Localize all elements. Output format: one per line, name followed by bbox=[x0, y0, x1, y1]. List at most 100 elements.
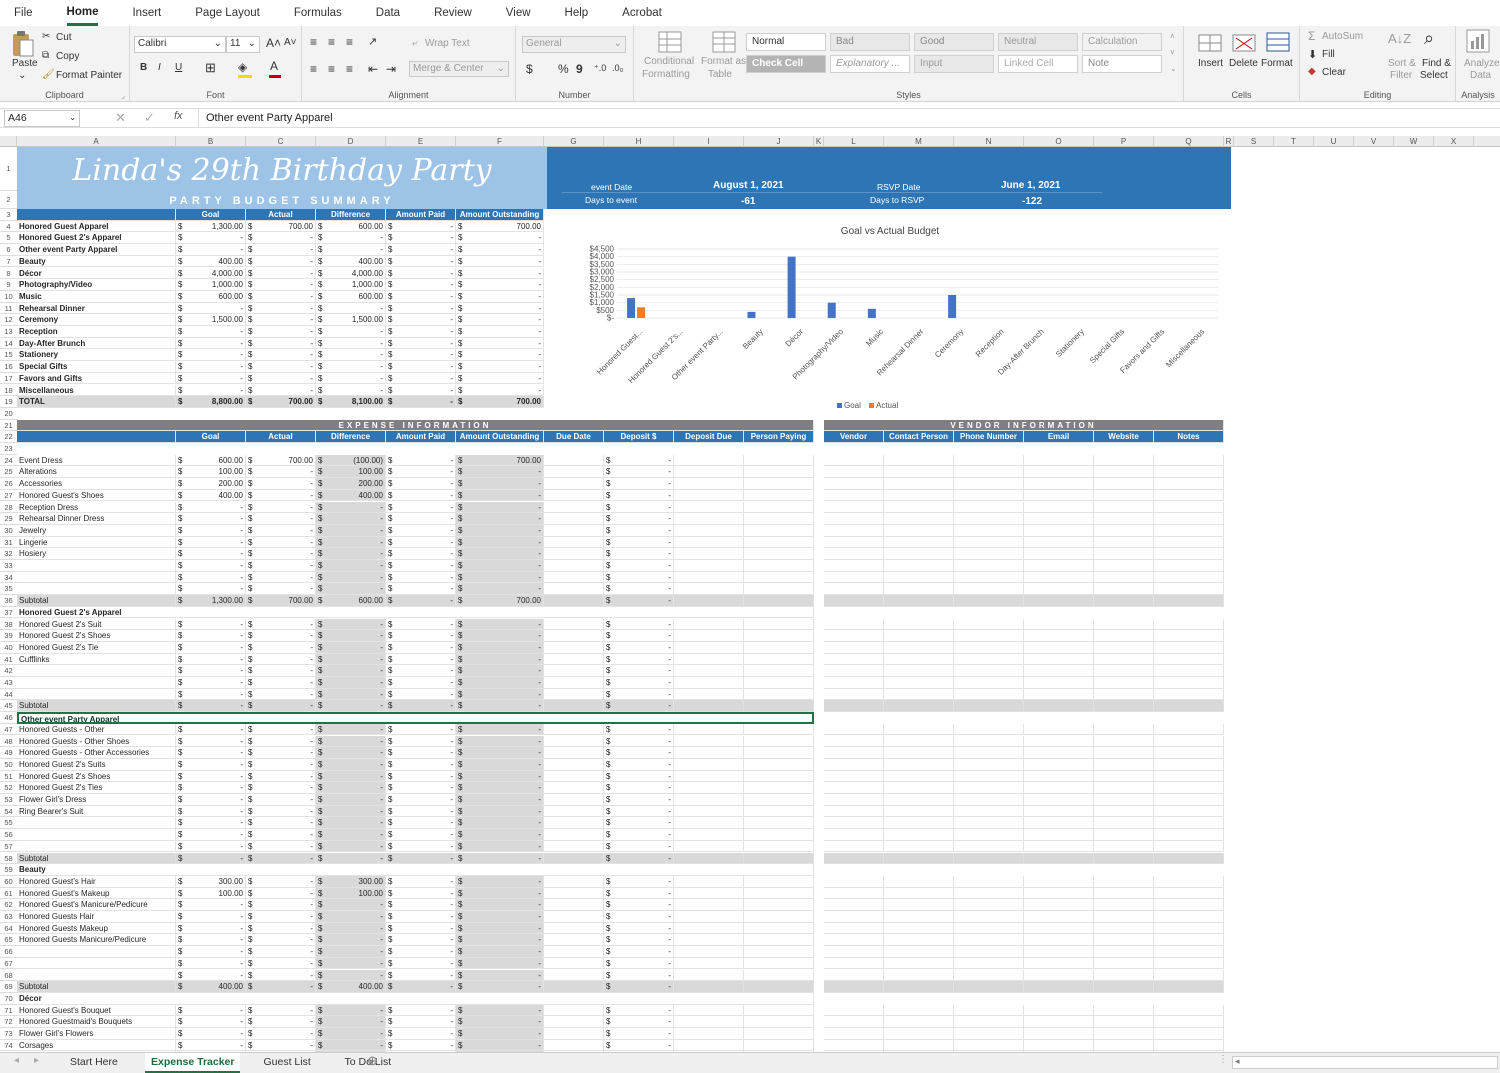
vendor-cell[interactable] bbox=[824, 688, 884, 701]
deposit-due-cell[interactable] bbox=[674, 1039, 744, 1052]
row-header-24[interactable]: 24 bbox=[0, 455, 17, 467]
expense-value[interactable]: $- bbox=[316, 571, 386, 584]
vendor-cell[interactable] bbox=[1094, 630, 1154, 642]
vendor-cell[interactable] bbox=[1024, 489, 1094, 502]
deposit-due-cell[interactable] bbox=[674, 595, 744, 607]
vendor-cell[interactable] bbox=[884, 571, 954, 584]
expense-value[interactable]: $- bbox=[176, 946, 246, 958]
vendor-cell[interactable] bbox=[1154, 934, 1224, 947]
row-header-37[interactable]: 37 bbox=[0, 607, 17, 619]
copy-icon[interactable]: ⧉ bbox=[42, 50, 49, 61]
person-paying-cell[interactable] bbox=[744, 981, 814, 993]
vendor-cell[interactable] bbox=[1094, 595, 1154, 607]
deposit-due-cell[interactable] bbox=[674, 524, 744, 537]
vendor-cell[interactable] bbox=[1094, 723, 1154, 736]
total-label[interactable]: TOTAL bbox=[17, 396, 176, 408]
person-paying-cell[interactable] bbox=[744, 688, 814, 701]
vendor-cell[interactable] bbox=[1154, 887, 1224, 900]
vendor-cell[interactable] bbox=[954, 1016, 1024, 1028]
vendor-header[interactable]: Notes bbox=[1154, 431, 1224, 443]
expense-label[interactable] bbox=[17, 969, 176, 982]
format-cells-icon[interactable] bbox=[1266, 31, 1290, 53]
merge-center-button[interactable]: Merge & Center ⌄ bbox=[409, 61, 509, 77]
person-paying-cell[interactable] bbox=[744, 665, 814, 677]
summary-value[interactable]: $1,300.00 bbox=[176, 220, 246, 233]
deposit-due-cell[interactable] bbox=[674, 501, 744, 514]
deposit-value[interactable]: $- bbox=[604, 501, 674, 514]
deposit-value[interactable]: $- bbox=[604, 641, 674, 654]
due-date-cell[interactable] bbox=[544, 770, 604, 783]
deposit-value[interactable]: $- bbox=[604, 875, 674, 888]
scroll-right-icon[interactable]: ▸ bbox=[34, 1055, 39, 1066]
expense-value[interactable]: $1,300.00 bbox=[176, 595, 246, 607]
summary-header[interactable]: Actual bbox=[246, 209, 316, 221]
expense-label[interactable]: Flower Girl's Dress bbox=[17, 794, 176, 806]
cell[interactable] bbox=[17, 431, 176, 443]
expense-value[interactable]: $- bbox=[316, 969, 386, 982]
deposit-due-cell[interactable] bbox=[674, 747, 744, 759]
expense-label[interactable]: Honored Guests Makeup bbox=[17, 922, 176, 935]
expense-value[interactable]: $- bbox=[386, 571, 456, 584]
row-header-5[interactable]: 5 bbox=[0, 232, 17, 245]
vendor-cell[interactable] bbox=[824, 723, 884, 736]
cell-style-note[interactable]: Note bbox=[1082, 55, 1162, 73]
vendor-cell[interactable] bbox=[1154, 478, 1224, 490]
column-header-V[interactable]: V bbox=[1354, 136, 1394, 147]
paste-button[interactable]: Paste bbox=[12, 58, 38, 69]
vendor-cell[interactable] bbox=[1024, 735, 1094, 748]
summary-value[interactable]: $600.00 bbox=[176, 290, 246, 303]
clear-icon[interactable]: ◆ bbox=[1308, 66, 1316, 77]
expense-value[interactable]: $- bbox=[386, 829, 456, 841]
column-header-X[interactable]: X bbox=[1434, 136, 1474, 147]
vendor-cell[interactable] bbox=[954, 922, 1024, 935]
expense-value[interactable]: $- bbox=[316, 513, 386, 525]
vendor-cell[interactable] bbox=[1094, 969, 1154, 982]
vendor-cell[interactable] bbox=[824, 829, 884, 841]
person-paying-cell[interactable] bbox=[744, 747, 814, 759]
deposit-due-cell[interactable] bbox=[674, 1004, 744, 1017]
row-header-14[interactable]: 14 bbox=[0, 338, 17, 350]
expense-value[interactable]: $- bbox=[456, 501, 544, 514]
expense-value[interactable]: $- bbox=[176, 840, 246, 853]
vendor-cell[interactable] bbox=[954, 805, 1024, 818]
expense-value[interactable]: $- bbox=[176, 758, 246, 771]
due-date-cell[interactable] bbox=[544, 852, 604, 865]
row-header-41[interactable]: 41 bbox=[0, 654, 17, 666]
expense-value[interactable]: $700.00 bbox=[246, 454, 316, 467]
cell-style-calculation[interactable]: Calculation bbox=[1082, 33, 1162, 51]
expense-value[interactable]: $- bbox=[176, 969, 246, 982]
column-header-T[interactable]: T bbox=[1274, 136, 1314, 147]
summary-value[interactable]: $ - bbox=[386, 244, 456, 256]
vendor-cell[interactable] bbox=[1024, 829, 1094, 841]
fill-button[interactable]: Fill bbox=[1322, 49, 1335, 60]
deposit-value[interactable]: $- bbox=[604, 922, 674, 935]
due-date-cell[interactable] bbox=[544, 618, 604, 631]
vendor-cell[interactable] bbox=[1094, 735, 1154, 748]
row-header-15[interactable]: 15 bbox=[0, 349, 17, 362]
vendor-header[interactable]: Vendor bbox=[824, 431, 884, 443]
person-paying-cell[interactable] bbox=[744, 782, 814, 794]
row-header-62[interactable]: 62 bbox=[0, 899, 17, 911]
vendor-cell[interactable] bbox=[1024, 571, 1094, 584]
summary-value[interactable]: $600.00 bbox=[316, 220, 386, 233]
vendor-cell[interactable] bbox=[824, 782, 884, 794]
vendor-cell[interactable] bbox=[1094, 653, 1154, 666]
expense-header[interactable]: Person Paying bbox=[744, 431, 814, 443]
vendor-cell[interactable] bbox=[824, 641, 884, 654]
row-header-65[interactable]: 65 bbox=[0, 934, 17, 947]
row-header-70[interactable]: 70 bbox=[0, 993, 17, 1005]
person-paying-cell[interactable] bbox=[744, 723, 814, 736]
deposit-due-cell[interactable] bbox=[674, 875, 744, 888]
deposit-value[interactable]: $- bbox=[604, 852, 674, 865]
vendor-cell[interactable] bbox=[884, 735, 954, 748]
vendor-cell[interactable] bbox=[1154, 852, 1224, 865]
vendor-cell[interactable] bbox=[1024, 875, 1094, 888]
expense-value[interactable]: $- bbox=[386, 981, 456, 993]
expense-value[interactable]: $- bbox=[176, 817, 246, 830]
summary-label[interactable]: Day-After Brunch bbox=[17, 337, 176, 350]
vendor-cell[interactable] bbox=[1094, 1028, 1154, 1040]
due-date-cell[interactable] bbox=[544, 758, 604, 771]
person-paying-cell[interactable] bbox=[744, 571, 814, 584]
sheet-tab-guest-list[interactable]: Guest List bbox=[258, 1053, 317, 1073]
summary-value[interactable]: $ - bbox=[456, 302, 544, 315]
